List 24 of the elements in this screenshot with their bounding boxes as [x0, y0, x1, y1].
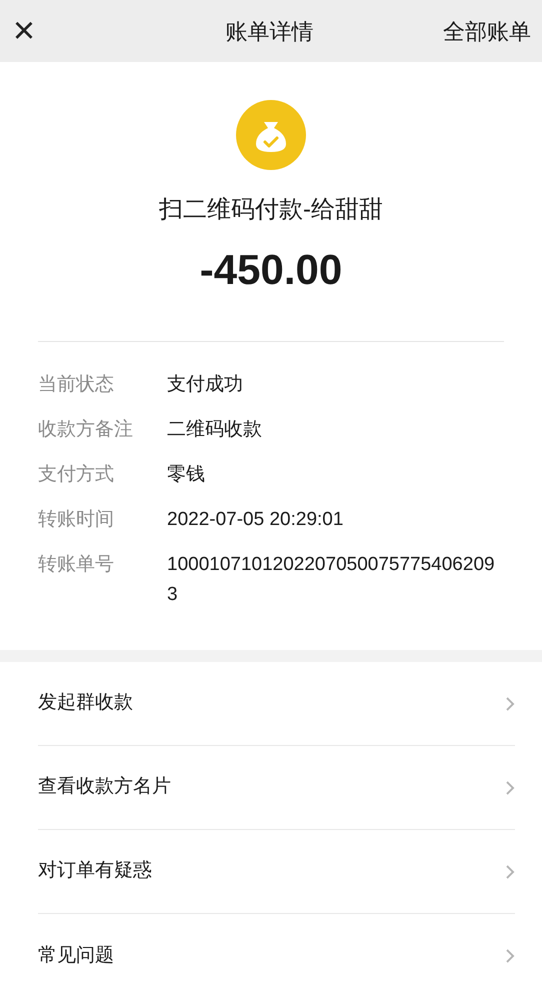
money-bag-icon — [236, 100, 306, 170]
close-button[interactable]: × — [12, 12, 36, 50]
chevron-right-icon — [505, 864, 515, 880]
detail-value: 2022-07-05 20:29:01 — [167, 508, 344, 532]
detail-label: 支付方式 — [38, 463, 115, 487]
payment-title: 扫二维码付款-给甜甜 — [159, 195, 383, 225]
detail-label: 当前状态 — [38, 373, 115, 397]
detail-label: 转账单号 — [38, 553, 115, 577]
detail-label: 收款方备注 — [38, 418, 134, 442]
menu-item[interactable]: 查看收款方名片 — [38, 746, 515, 830]
detail-value: 支付成功 — [167, 373, 244, 397]
detail-value: 10001071012022070500757754062093 — [167, 553, 496, 607]
page-title: 账单详情 — [224, 18, 314, 46]
chevron-right-icon — [505, 780, 515, 796]
menu-item[interactable]: 发起群收款 — [38, 662, 515, 746]
menu-item[interactable]: 常见问题 — [38, 914, 515, 998]
amount: -450.00 — [200, 245, 342, 295]
chevron-right-icon — [505, 696, 515, 712]
detail-label: 转账时间 — [38, 508, 115, 532]
menu-item[interactable]: 对订单有疑惑 — [38, 830, 515, 914]
detail-value: 零钱 — [167, 463, 206, 487]
chevron-right-icon — [505, 948, 515, 964]
all-bills-link[interactable]: 全部账单 — [443, 14, 531, 48]
detail-value: 二维码收款 — [167, 418, 263, 442]
